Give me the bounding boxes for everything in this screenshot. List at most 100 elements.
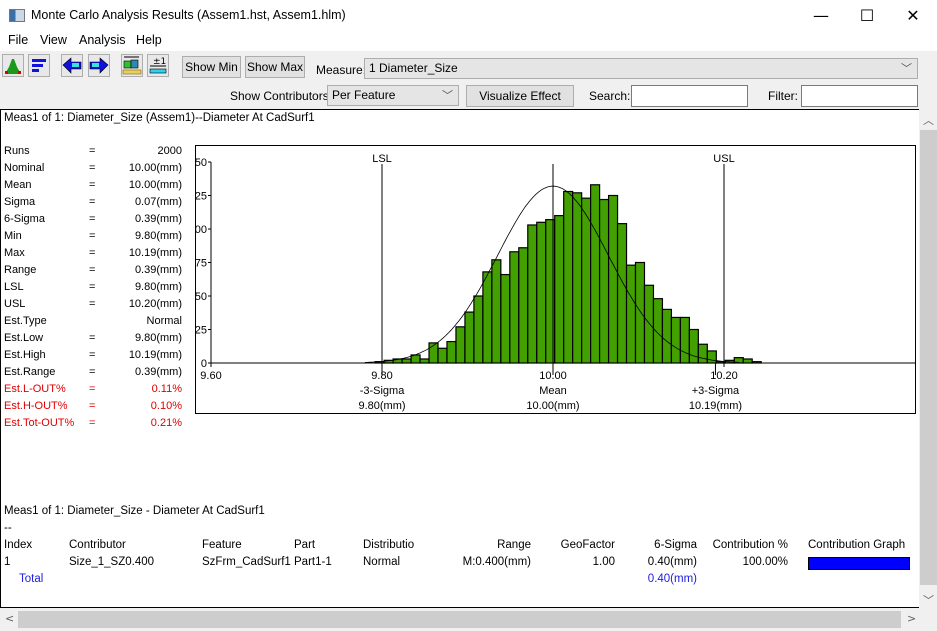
column-header-range[interactable]: Range — [497, 539, 531, 551]
y-tick-label: 100 — [196, 224, 207, 236]
column-header-contribution[interactable]: Contribution % — [713, 539, 788, 551]
histogram-button[interactable] — [2, 54, 24, 77]
stat-row: Est.High = 10.19(mm) — [4, 349, 184, 366]
show-max-button[interactable]: Show Max — [245, 56, 305, 78]
stat-equals: = — [89, 417, 96, 429]
scroll-up-icon[interactable]: ︿ — [923, 112, 934, 128]
histogram-bar — [491, 259, 502, 364]
scroll-right-icon[interactable]: > — [907, 612, 916, 625]
chevron-down-icon: ﹀ — [442, 90, 453, 102]
cell-feature: SzFrm_CadSurf1 — [202, 556, 291, 568]
filter-label: Filter: — [768, 89, 798, 103]
cell-index: 1 — [4, 556, 11, 568]
stat-key: 6-Sigma — [4, 213, 45, 225]
stat-value: 9.80(mm) — [134, 332, 182, 344]
stat-equals: = — [89, 281, 96, 293]
histogram-bar — [652, 298, 664, 364]
minimize-icon: — — [813, 6, 829, 25]
histogram-bar — [482, 271, 493, 364]
stat-value: 0.39(mm) — [134, 366, 182, 378]
menu-view[interactable]: View — [40, 33, 67, 47]
bar-list-button[interactable] — [28, 54, 50, 77]
stat-row: Est.Range = 0.39(mm) — [4, 366, 184, 383]
menu-help[interactable]: Help — [136, 33, 162, 47]
horizontal-scroll-thumb[interactable] — [18, 611, 901, 628]
stat-value: 2000 — [157, 145, 182, 157]
annotation-name: +3-Sigma — [692, 385, 740, 397]
measure-label: Measure: — [316, 63, 367, 77]
cell-contribution: 100.00% — [742, 556, 788, 568]
histogram-bar — [670, 316, 681, 364]
cell-distribution: Normal — [363, 556, 401, 568]
visualize-effect-button[interactable]: Visualize Effect — [466, 85, 574, 107]
histogram-bar — [607, 194, 619, 364]
menu-file[interactable]: File — [8, 33, 28, 47]
stat-equals: = — [89, 162, 96, 174]
menu-analysis[interactable]: Analysis — [79, 33, 126, 47]
previous-arrow-icon — [62, 57, 82, 74]
search-input[interactable] — [631, 85, 748, 107]
stat-value: 0.39(mm) — [134, 264, 182, 276]
minimize-button[interactable]: — — [798, 0, 844, 31]
scroll-down-icon[interactable]: ﹀ — [923, 592, 934, 608]
annotation-value: 10.00(mm) — [526, 400, 579, 412]
stat-row: Runs = 2000 — [4, 145, 184, 162]
column-header-graph[interactable]: Contribution Graph — [808, 539, 905, 551]
histogram-bar — [751, 361, 762, 364]
filter-input[interactable] — [801, 85, 918, 107]
column-header-index[interactable]: Index — [4, 539, 32, 551]
column-header-feature[interactable]: Feature — [202, 539, 242, 551]
stat-value: 0.10% — [150, 400, 182, 412]
histogram-bar — [419, 358, 430, 364]
annotation-name: -3-Sigma — [360, 385, 406, 397]
stat-row: Mean = 10.00(mm) — [4, 179, 184, 196]
measure-parts-icon — [122, 56, 142, 75]
contribution-graph-bar — [808, 557, 910, 570]
close-button[interactable]: ✕ — [890, 0, 936, 31]
results-panel: Meas1 of 1: Diameter_Size (Assem1)--Diam… — [0, 109, 919, 608]
tolerance-button[interactable]: ±1 — [147, 54, 169, 77]
stat-row: USL = 10.20(mm) — [4, 298, 184, 315]
scroll-left-icon[interactable]: < — [5, 612, 14, 625]
previous-button[interactable] — [61, 54, 83, 77]
histogram-bar — [536, 221, 547, 364]
histogram-svg: 02550751001251509.609.8010.0010.20LSLUSL… — [189, 153, 915, 412]
stat-value: 9.80(mm) — [134, 230, 182, 242]
stat-value: 10.20(mm) — [128, 298, 182, 310]
x-tick-label: 10.20 — [710, 370, 738, 382]
stat-equals: = — [89, 349, 96, 361]
cell-range: M:0.400(mm) — [462, 556, 531, 568]
show-min-button[interactable]: Show Min — [182, 56, 241, 78]
stat-row: Sigma = 0.07(mm) — [4, 196, 184, 213]
contributors-value: Per Feature — [332, 88, 396, 102]
column-header-distribution[interactable]: Distributio — [363, 539, 414, 551]
stat-value: 10.00(mm) — [128, 162, 182, 174]
stat-equals: = — [89, 366, 96, 378]
stat-equals: = — [89, 196, 96, 208]
measure-select[interactable]: 1 Diameter_Size ﹀ — [364, 58, 918, 79]
x-tick-label: 9.60 — [200, 370, 221, 382]
column-header-geofactor[interactable]: GeoFactor — [561, 539, 615, 551]
y-tick-label: 25 — [196, 325, 207, 337]
cell-part: Part1-1 — [294, 556, 332, 568]
stat-key: Nominal — [4, 162, 45, 174]
column-header-contributor[interactable]: Contributor — [69, 539, 126, 551]
column-header-six_sigma[interactable]: 6-Sigma — [654, 539, 697, 551]
maximize-button[interactable]: ☐ — [844, 0, 890, 31]
histogram-bar — [616, 223, 628, 364]
app-icon — [9, 9, 25, 22]
stat-key: Est.H-OUT% — [4, 400, 68, 412]
stat-key: Est.Low — [4, 332, 44, 344]
histogram-bar — [446, 340, 457, 364]
column-header-part[interactable]: Part — [294, 539, 315, 551]
stat-key: USL — [4, 298, 26, 310]
measure-value: 1 Diameter_Size — [369, 61, 458, 75]
stat-equals: = — [89, 213, 96, 225]
total-label: Total — [19, 573, 44, 585]
contributors-select[interactable]: Per Feature ﹀ — [327, 85, 459, 106]
vertical-scroll-thumb[interactable] — [920, 130, 937, 585]
stat-key: Range — [4, 264, 37, 276]
histogram-bar — [634, 261, 646, 364]
measure-parts-button[interactable] — [121, 54, 143, 77]
next-button[interactable] — [88, 54, 110, 77]
